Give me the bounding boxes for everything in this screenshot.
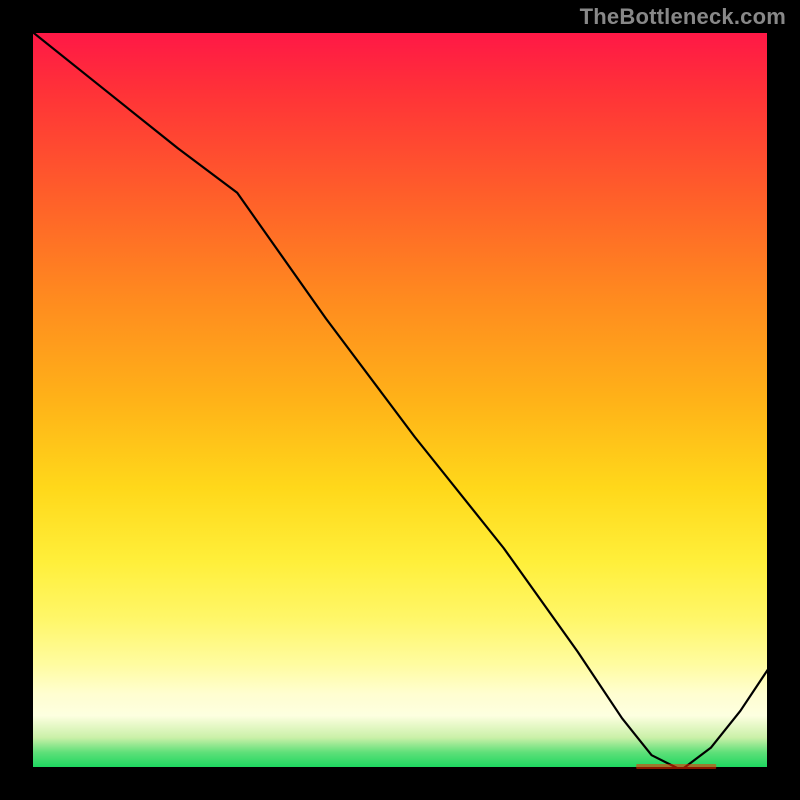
plot-background	[30, 30, 770, 770]
chart-root: TheBottleneck.com	[0, 0, 800, 800]
attribution-label: TheBottleneck.com	[580, 4, 786, 30]
